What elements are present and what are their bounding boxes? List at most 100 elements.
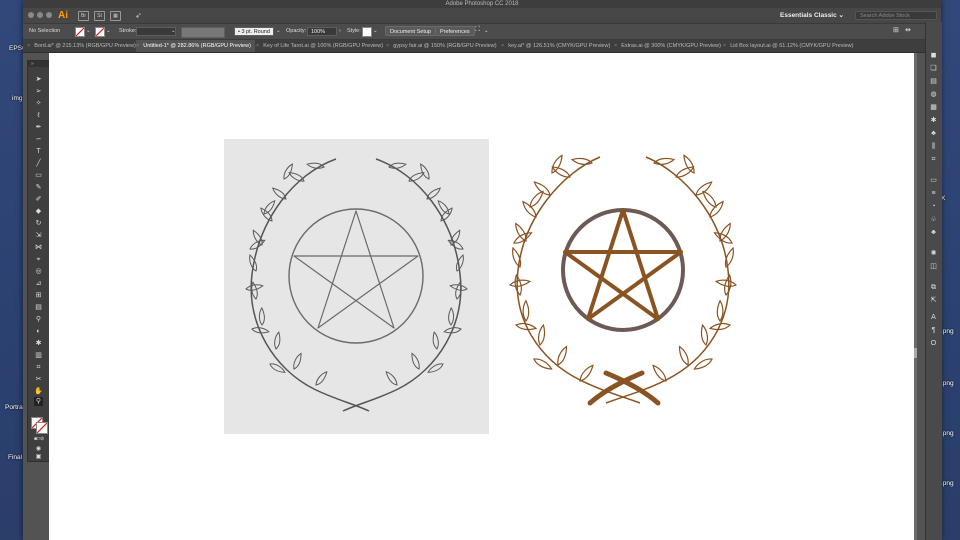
desktop-item-final[interactable]: Final [8,454,22,461]
curvature-tool-icon[interactable]: ∽ [34,135,43,144]
pencil-icon[interactable]: ✐ [34,195,43,204]
pathfinder-icon[interactable]: ▭ [929,177,938,185]
tab-key-of-life-tarot[interactable]: × Key of Life Tarot.ai @ 100% (RGB/GPU Pr… [256,40,383,52]
lasso-icon[interactable]: ℓ [34,111,43,120]
graphic-styles-icon[interactable]: ✺ [929,250,938,258]
eraser-icon[interactable]: ◆ [34,207,43,216]
document-setup-button[interactable]: Document Setup [385,26,436,36]
brushes-panel-icon[interactable]: ✱ [929,117,938,125]
symbol-sprayer-icon[interactable]: ✱ [34,339,43,348]
tab-extras[interactable]: × Extras.ai @ 300% (CMYK/GPU Preview) [614,40,721,52]
artboard-canvas[interactable] [49,53,915,540]
rectangle-tool-icon[interactable]: ▭ [34,171,43,180]
paintbrush-icon[interactable]: ✎ [34,183,43,192]
tab-bord[interactable]: × Bord.ai* @ 215.13% (RGB/GPU Preview) [27,40,136,52]
desktop-item-img[interactable]: img [12,95,22,102]
minimize-window-button[interactable] [37,12,43,18]
scrollbar-thumb[interactable] [914,348,917,358]
zoom-icon[interactable]: ⚲ [34,397,43,406]
graph-icon[interactable]: ▥ [34,351,43,360]
character-panel-icon[interactable]: A [929,314,938,322]
paragraph-panel-icon[interactable]: ¶ [929,327,938,335]
image-trace-icon[interactable]: ◫ [929,263,938,271]
brush-definition-field[interactable]: • 3 pt. Round [234,27,274,36]
close-tab-icon[interactable]: × [501,43,504,49]
brush-dropdown-icon[interactable]: ⌄ [276,28,281,34]
line-tool-icon[interactable]: ╱ [34,159,43,168]
arrange-documents-icon[interactable]: ▦ [110,11,121,21]
transform-panel-icon[interactable]: ⌗ [929,156,938,164]
gradient-panel-icon[interactable]: ◔ [929,203,938,211]
layers-panel-icon[interactable]: ❏ [929,65,938,73]
opacity-arrow-icon[interactable]: › [339,28,341,34]
type-tool-icon[interactable]: T [34,147,43,156]
artboard-icon[interactable]: ⌗ [34,363,43,372]
desktop-item-png-1[interactable]: .png [941,328,954,335]
screen-mode-icon[interactable]: ▣ [34,453,43,462]
libraries-panel-icon[interactable]: ▤ [929,78,938,86]
opentype-panel-icon[interactable]: O [929,340,938,348]
desktop-item-png-3[interactable]: .png [941,430,954,437]
width-tool-icon[interactable]: ⋈ [34,243,43,252]
tab-untitled-1[interactable]: × Untitled-1* @ 282.86% (RGB/GPU Preview) [136,40,255,52]
zoom-window-button[interactable] [46,12,52,18]
magic-wand-icon[interactable]: ✧ [34,99,43,108]
gpu-performance-icon[interactable]: ➶ [135,11,142,20]
tab-key[interactable]: × key.ai* @ 126.51% (CMYK/GPU Preview) [501,40,610,52]
stroke-panel-icon[interactable]: ≡ [929,190,938,198]
stroke-label[interactable]: Stroke: [119,28,136,34]
asset-export-icon[interactable]: ⇱ [929,297,938,305]
close-tab-icon[interactable]: × [386,43,389,49]
vector-pentacle-artwork[interactable] [500,145,750,410]
opacity-label[interactable]: Opacity: [286,28,306,34]
rotate-icon[interactable]: ↻ [34,219,43,228]
transform-panel-icon[interactable]: ⇹ [905,26,911,34]
graphic-style-swatch[interactable] [362,27,372,37]
color-guide-icon[interactable]: ◍ [929,91,938,99]
tab-gypsy-fair[interactable]: × gypsy fair.ai @ 150% (RGB/GPU Preview) [386,40,497,52]
desktop-item-portra[interactable]: Portra [5,404,23,411]
slice-icon[interactable]: ✂ [34,375,43,384]
stock-icon[interactable]: St [94,11,105,21]
fill-swatch[interactable] [75,27,85,37]
vertical-scrollbar[interactable] [914,53,917,540]
preferences-button[interactable]: Preferences [435,26,475,36]
stroke-swatch[interactable] [95,27,105,37]
hand-icon[interactable]: ✋ [34,387,43,396]
close-tab-icon[interactable]: × [723,43,726,49]
appearance-panel-icon[interactable]: ♣ [929,229,938,237]
direct-selection-tool-icon[interactable]: ➢ [34,87,43,96]
eyedropper-icon[interactable]: ⚲ [34,315,43,324]
desktop-item-png-2[interactable]: .png [941,380,954,387]
stock-search-input[interactable]: Search Adobe Stock [855,11,937,20]
color-panel-icon[interactable]: ◼ [929,52,938,60]
fill-dropdown-icon[interactable]: ⌄ [86,28,91,34]
close-tab-icon[interactable]: × [614,43,617,49]
mesh-icon[interactable]: ⊞ [34,291,43,300]
desktop-item-png-4[interactable]: .png [941,480,954,487]
close-tab-icon[interactable]: × [27,43,30,49]
free-transform-icon[interactable]: ⌖ [34,255,43,264]
tools-panel-header[interactable]: » [28,61,49,67]
artboards-panel-icon[interactable]: ⧉ [929,284,938,292]
close-tab-icon[interactable]: × [136,43,139,49]
select-similar-dropdown-icon[interactable]: ⌄ [484,28,489,34]
shape-builder-icon[interactable]: ◎ [34,267,43,276]
stroke-weight-dropdown-icon[interactable]: ⌄ [171,28,176,34]
close-tab-icon[interactable]: × [256,43,259,49]
stroke-weight-field[interactable] [136,27,176,36]
scale-icon[interactable]: ⇲ [34,231,43,240]
stroke-dropdown-icon[interactable]: ⌄ [106,28,111,34]
arrange-icon[interactable]: ⊞ [893,26,899,34]
bridge-icon[interactable]: Br [78,11,89,21]
selection-tool-icon[interactable]: ➤ [34,75,43,84]
close-window-button[interactable] [28,12,34,18]
perspective-icon[interactable]: ⊿ [34,279,43,288]
align-panel-icon[interactable]: ⫼ [929,143,938,151]
blend-icon[interactable]: ◐ [34,327,43,336]
style-dropdown-icon[interactable]: ⌄ [373,28,378,34]
pen-tool-icon[interactable]: ✒ [34,123,43,132]
select-similar-icon[interactable]: ⛶ [475,26,480,34]
stroke-color-box[interactable] [36,422,48,434]
workspace-switcher[interactable]: Essentials Classic ⌄ [780,11,844,19]
